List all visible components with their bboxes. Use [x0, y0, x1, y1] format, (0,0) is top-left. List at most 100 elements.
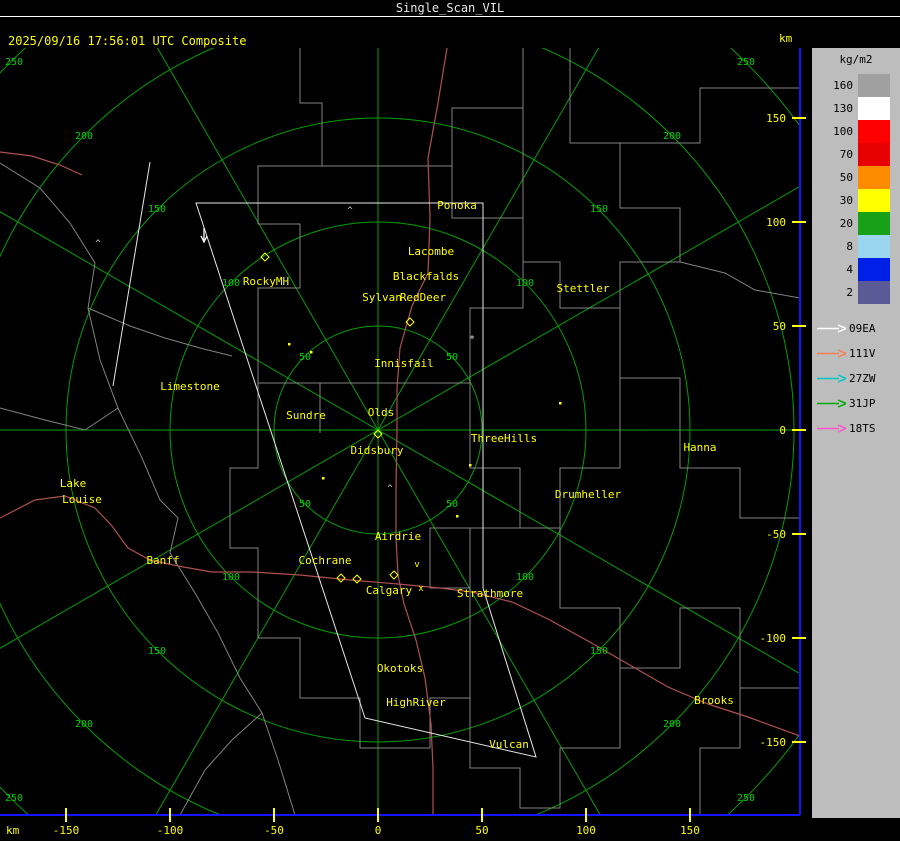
range-label: 250: [737, 793, 755, 804]
x-axis-value: -100: [157, 824, 184, 837]
city-label: Blackfalds: [393, 270, 459, 283]
radar-site-entry: 111V: [812, 341, 900, 366]
x-axis-value: 0: [375, 824, 382, 837]
city-label: Airdrie: [375, 530, 421, 543]
radar-site-label: 27ZW: [849, 372, 876, 385]
radar-site-entry: 31JP: [812, 391, 900, 416]
range-label: 200: [75, 719, 93, 730]
range-label: 50: [446, 499, 458, 510]
color-swatch: [858, 166, 890, 189]
y-axis-value: 100: [766, 216, 786, 229]
x-axis-value: 100: [576, 824, 596, 837]
city-label: HighRiver: [386, 696, 446, 709]
radar-site-label: 18TS: [849, 422, 876, 435]
y-axis-unit: km: [779, 32, 793, 45]
colorbar-entry: 8: [812, 235, 900, 258]
colorbar-value: 130: [833, 102, 853, 115]
range-label: 250: [5, 57, 23, 68]
title-bar: Single_Scan_VIL: [0, 0, 900, 17]
v-marker-icon: v: [414, 560, 419, 570]
city-label: Lake: [60, 477, 87, 490]
range-label: 150: [590, 204, 608, 215]
range-label: 150: [590, 646, 608, 657]
city-label: Cochrane: [299, 554, 352, 567]
city-label: Brooks: [694, 694, 734, 707]
city-label: Innisfail: [374, 357, 434, 370]
town-dot-icon: [322, 477, 325, 480]
color-swatch: [858, 235, 890, 258]
city-label: Didsbury: [351, 444, 404, 457]
colorbar-value: 50: [839, 171, 853, 184]
colorbar-value: 2: [846, 286, 853, 299]
color-swatch: [858, 120, 890, 143]
x-axis-labels: -150 -100 -50 0 50 100 150: [53, 808, 700, 837]
city-marker-icon: [336, 573, 346, 583]
colorbar-entry: 130: [812, 97, 900, 120]
peak-marker-icon: ^: [95, 239, 101, 249]
x-marker-icon: x: [418, 584, 424, 594]
city-label: Vulcan: [489, 738, 529, 751]
color-swatch: [858, 189, 890, 212]
city-label: ThreeHills: [471, 432, 537, 445]
radar-site-entry: 09EA: [812, 316, 900, 341]
peak-marker-icon: ^: [347, 206, 353, 216]
asterisk-marker-icon: *: [469, 334, 475, 345]
radar-arrow-icon: [817, 374, 846, 383]
radar-site-label: 31JP: [849, 397, 876, 410]
city-label: Limestone: [160, 380, 220, 393]
city-label: Lacombe: [408, 245, 454, 258]
colorbar: 160 130 100 70 50 30 20 8 4 2: [812, 74, 900, 304]
range-label: 100: [516, 278, 534, 289]
city-label: Ponoka: [437, 199, 477, 212]
map-markers: ^ ^ ^ * x v: [95, 206, 562, 594]
colorbar-entry: 30: [812, 189, 900, 212]
colorbar-entry: 100: [812, 120, 900, 143]
colorbar-entry: 160: [812, 74, 900, 97]
radar-site-legend: 09EA 111V 27ZW 31JP 18TS: [812, 316, 900, 441]
range-label: 150: [148, 204, 166, 215]
x-axis-value: 50: [475, 824, 488, 837]
color-swatch: [858, 258, 890, 281]
city-label: Sylvan: [362, 291, 402, 304]
x-axis-unit: km: [6, 824, 20, 837]
color-swatch: [858, 281, 890, 304]
town-dot-icon: [559, 402, 562, 405]
colorbar-value: 20: [839, 217, 853, 230]
radar-map-display[interactable]: 50 100 150 200 250 50 100 150 200 250 50 100 150 200 2…: [0, 48, 810, 841]
city-label: Louise: [62, 493, 102, 506]
city-marker-icon: [389, 570, 399, 580]
city-label: Strathmore: [457, 587, 523, 600]
x-axis-value: -150: [53, 824, 80, 837]
colorbar-value: 100: [833, 125, 853, 138]
range-label: 50: [446, 352, 458, 363]
city-label: Calgary: [366, 584, 413, 597]
colorbar-value: 8: [846, 240, 853, 253]
radar-application: { "window": { "title": "Single_Scan_VIL"…: [0, 0, 900, 841]
city-label: RockyMH: [243, 275, 289, 288]
color-swatch: [858, 74, 890, 97]
color-swatch: [858, 212, 890, 235]
color-swatch: [858, 143, 890, 166]
radar-site-entry: 18TS: [812, 416, 900, 441]
range-label: 50: [299, 352, 311, 363]
range-label: 200: [663, 131, 681, 142]
scan-timestamp: 2025/09/16 17:56:01 UTC Composite: [8, 34, 247, 48]
color-swatch: [858, 97, 890, 120]
range-label: 200: [75, 131, 93, 142]
range-label: 250: [737, 57, 755, 68]
city-label: Olds: [368, 406, 395, 419]
range-label: 100: [516, 572, 534, 583]
town-dot-icon: [469, 464, 472, 467]
colorbar-entry: 20: [812, 212, 900, 235]
city-label: Drumheller: [555, 488, 622, 501]
town-dot-icon: [288, 343, 291, 346]
y-axis-value: -100: [760, 632, 787, 645]
radar-site-label: 111V: [849, 347, 876, 360]
radar-arrow-icon: [817, 349, 846, 358]
city-label: RedDeer: [400, 291, 447, 304]
y-axis-value: 0: [779, 424, 786, 437]
y-axis-value: -50: [766, 528, 786, 541]
colorbar-title: kg/m2: [839, 53, 873, 66]
window-title: Single_Scan_VIL: [395, 1, 505, 15]
colorbar-value: 70: [839, 148, 853, 161]
